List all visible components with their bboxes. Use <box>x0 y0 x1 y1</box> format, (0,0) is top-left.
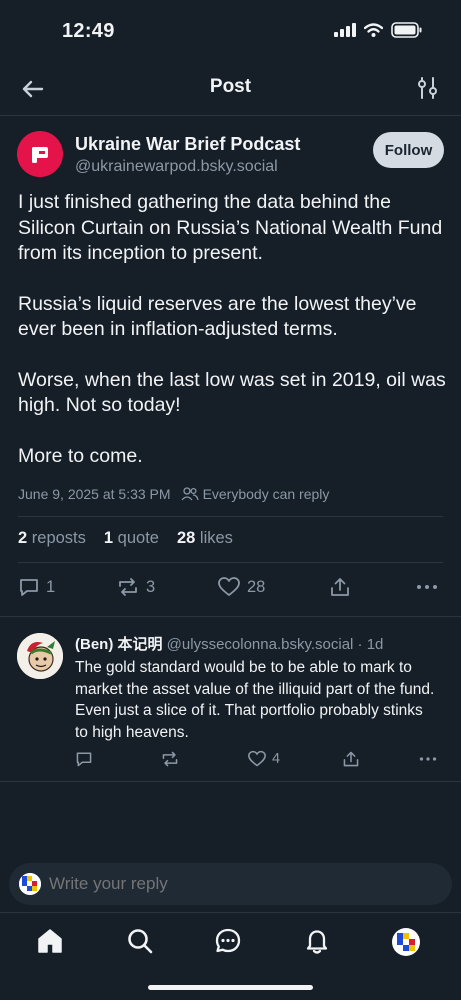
cartoon-avatar-icon <box>17 633 63 679</box>
status-bar: 12:49 <box>0 0 461 60</box>
more-options-button[interactable] <box>415 576 439 598</box>
post-stats: 2 reposts 1 quote 28 likes <box>18 529 233 548</box>
quotes-count: 1 <box>103 529 114 547</box>
battery-icon <box>391 22 422 38</box>
repost-icon <box>119 578 137 596</box>
reply-header: (Ben) 本记明 @ulyssecolonna.bsky.social · 1… <box>75 633 383 654</box>
reply-reply-button[interactable] <box>75 750 93 768</box>
reply-author-avatar[interactable] <box>17 633 63 679</box>
divider <box>18 562 443 563</box>
reply-author-handle[interactable]: @ulyssecolonna.bsky.social <box>167 636 354 653</box>
post-text: I just finished gathering the data behin… <box>18 190 448 494</box>
reply-settings[interactable]: Everybody can reply <box>181 486 330 502</box>
post-meta: June 9, 2025 at 5:33 PM Everybody can re… <box>18 486 329 502</box>
tab-home[interactable] <box>36 927 66 957</box>
chat-icon <box>215 928 241 953</box>
follow-button[interactable]: Follow <box>373 132 444 168</box>
more-icon <box>419 757 437 761</box>
share-icon <box>343 751 359 767</box>
status-icons <box>334 22 423 38</box>
likes-stat[interactable]: 28 likes <box>177 529 233 548</box>
heart-icon <box>218 577 240 596</box>
author-handle[interactable]: @ukrainewarpod.bsky.social <box>75 158 278 176</box>
divider <box>0 616 461 617</box>
filter-sliders-icon <box>418 77 437 99</box>
reposts-stat[interactable]: 2 reposts <box>18 529 86 548</box>
tab-notifications[interactable] <box>303 927 333 957</box>
page-title: Post <box>209 76 252 97</box>
quotes-label: quote <box>117 529 159 547</box>
reply-icon <box>76 752 92 767</box>
bell-icon <box>306 930 328 954</box>
reply-share-button[interactable] <box>342 750 360 768</box>
repost-count: 3 <box>146 577 156 596</box>
reply-actions: 4 <box>0 750 461 770</box>
author-avatar[interactable] <box>17 131 63 177</box>
post-paragraph: More to come. <box>18 444 143 467</box>
likes-label: likes <box>199 529 233 547</box>
likes-count: 28 <box>176 529 196 547</box>
reply-button[interactable]: 1 <box>18 576 55 598</box>
reply-count: 1 <box>46 577 56 596</box>
post-paragraph: I just finished gathering the data behin… <box>18 191 443 264</box>
home-icon <box>38 929 62 953</box>
quotes-stat[interactable]: 1 quote <box>104 529 159 548</box>
people-icon <box>181 487 199 501</box>
share-button[interactable] <box>329 576 351 598</box>
share-icon <box>331 578 349 596</box>
tab-chat[interactable] <box>214 927 244 957</box>
reply-text: The gold standard would be to be able to… <box>75 659 435 741</box>
reply-repost-button[interactable] <box>160 750 180 768</box>
home-indicator <box>148 985 313 990</box>
reply-icon <box>20 579 38 596</box>
divider <box>0 781 461 782</box>
repost-icon <box>162 751 178 767</box>
podcast-logo-icon <box>32 147 48 163</box>
like-count: 28 <box>247 577 266 596</box>
author-name[interactable]: Ukraine War Brief Podcast <box>75 134 300 155</box>
reply-input[interactable] <box>49 874 429 894</box>
heart-icon <box>248 750 266 767</box>
pixel-avatar-icon <box>19 873 41 895</box>
reply-author-name[interactable]: (Ben) 本记明 <box>75 636 163 653</box>
reposts-label: reposts <box>31 529 86 547</box>
nav-header: Post <box>0 60 461 116</box>
audience-label: Everybody can reply <box>202 486 330 502</box>
user-avatar <box>19 873 41 895</box>
repost-button[interactable]: 3 <box>116 576 155 598</box>
reply-composer[interactable] <box>9 863 452 905</box>
profile-avatar <box>392 928 420 956</box>
wifi-icon <box>364 23 383 37</box>
search-icon <box>128 929 153 954</box>
like-button[interactable]: 28 <box>217 576 265 598</box>
signal-icon <box>334 23 356 37</box>
post-timestamp: June 9, 2025 at 5:33 PM <box>18 486 171 502</box>
divider <box>18 516 443 517</box>
tab-profile[interactable] <box>391 927 421 957</box>
reply-age: · 1d <box>357 636 384 653</box>
more-icon <box>417 585 437 589</box>
reply-like-count: 4 <box>272 751 281 767</box>
tab-search[interactable] <box>126 927 156 957</box>
post-paragraph: Russia’s liquid reserves are the lowest … <box>18 292 417 341</box>
thread-options-button[interactable] <box>415 75 441 101</box>
reply-like-button[interactable]: 4 <box>247 750 280 768</box>
post-actions: 1 3 28 <box>0 576 461 602</box>
reply-more-button[interactable] <box>418 750 438 768</box>
post-paragraph: Worse, when the last low was set in 2019… <box>18 368 446 417</box>
reposts-count: 2 <box>18 529 28 547</box>
status-time: 12:49 <box>62 20 115 42</box>
